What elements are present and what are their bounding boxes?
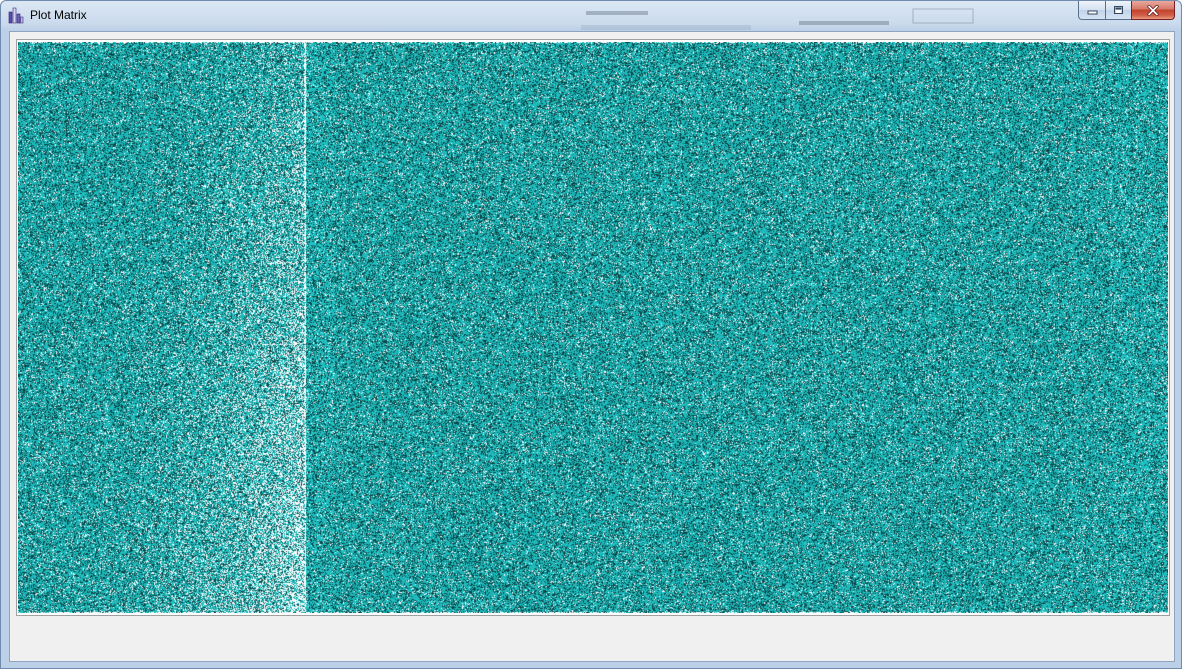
matrix-canvas bbox=[18, 42, 1168, 613]
bar-chart-app-icon[interactable] bbox=[8, 7, 24, 24]
client-area bbox=[9, 31, 1175, 662]
plot-matrix-window: Plot Matrix bbox=[0, 0, 1182, 669]
caption-buttons bbox=[1078, 1, 1175, 21]
title-bar[interactable]: Plot Matrix bbox=[1, 1, 1181, 30]
window-title: Plot Matrix bbox=[30, 8, 87, 22]
background-window-ghost bbox=[581, 8, 974, 30]
minimize-icon bbox=[1087, 10, 1097, 14]
matrix-plot[interactable] bbox=[18, 42, 1168, 613]
minimize-button[interactable] bbox=[1078, 1, 1105, 20]
status-strip bbox=[10, 617, 1174, 661]
close-button[interactable] bbox=[1131, 1, 1175, 20]
plot-frame bbox=[16, 39, 1170, 616]
maximize-button[interactable] bbox=[1105, 1, 1131, 20]
maximize-icon bbox=[1114, 6, 1123, 14]
close-icon bbox=[1147, 4, 1159, 16]
